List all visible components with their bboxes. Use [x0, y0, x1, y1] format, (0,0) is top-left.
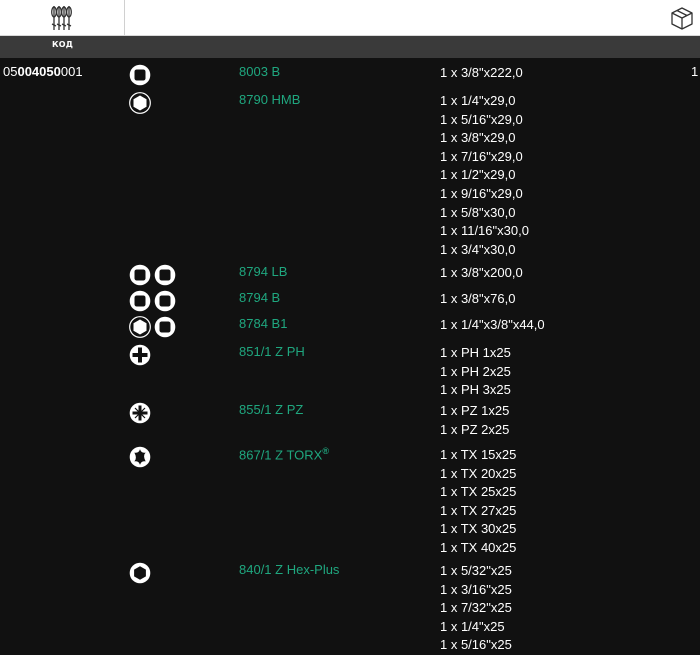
- item-sizes: 1 x 3/8"x222,0: [440, 64, 523, 83]
- item-size: 1 x TX 15x25: [440, 447, 517, 462]
- item-size: 1 x 1/4"x29,0: [440, 93, 516, 108]
- model-link[interactable]: 8794 B: [239, 290, 280, 305]
- item-size: 1 x PH 1x25: [440, 345, 511, 360]
- drive-type-icons: [129, 290, 176, 312]
- model-link[interactable]: 8003 B: [239, 64, 280, 79]
- item-size: 1 x TX 30x25: [440, 521, 517, 537]
- item-size: 1 x TX 20x25: [440, 465, 517, 481]
- drive-type-icons: [129, 92, 151, 114]
- item-sizes: 1 x 3/8"x200,0: [440, 264, 523, 283]
- item-size: 1 x 5/8"x30,0: [440, 204, 516, 220]
- model-link[interactable]: 855/1 Z PZ: [239, 402, 303, 417]
- drive-type-icons: [129, 344, 151, 366]
- square-drive-icon: [129, 290, 151, 312]
- item-sizes: 1 x PZ 1x25 1 x PZ 2x25: [440, 402, 509, 439]
- item-size: 1 x 1/2"x29,0: [440, 167, 516, 183]
- item-sizes: 1 x 3/8"x76,0: [440, 290, 515, 309]
- model-name: 8794 LB: [239, 264, 288, 279]
- item-size: 1 x PZ 1x25: [440, 403, 510, 418]
- model-name: 851/1 Z PH: [239, 344, 305, 359]
- item-size: 1 x 3/8"x29,0: [440, 130, 516, 146]
- model-name: 840/1 Z Hex-Plus: [239, 562, 340, 577]
- model-link[interactable]: 8784 B1: [239, 316, 287, 331]
- item-sizes: 1 x TX 15x25 1 x TX 20x25 1 x TX 25x25 1 x …: [440, 446, 516, 558]
- square-drive-icon: [154, 264, 176, 286]
- hex-socket-icon: [129, 316, 151, 338]
- model-name: 8790 HMB: [239, 92, 301, 107]
- item-size: 1 x 1/4"x3/8"x44,0: [440, 317, 545, 332]
- model-name: 867/1 Z TORX: [239, 447, 323, 463]
- item-size: 1 x 11/16"x30,0: [440, 223, 529, 239]
- item-size: 1 x 3/4"x30,0: [440, 241, 516, 257]
- square-drive-icon: [154, 316, 176, 338]
- model-link[interactable]: 851/1 Z PH: [239, 344, 305, 359]
- model-link[interactable]: 8790 HMB: [239, 92, 300, 107]
- header-bar: [0, 0, 700, 36]
- hex-socket-icon: [129, 92, 151, 114]
- item-size: 1 x 5/32"x25: [440, 563, 512, 578]
- item-size: 1 x TX 40x25: [440, 539, 517, 555]
- model-link[interactable]: 840/1 Z Hex-Plus: [239, 562, 339, 577]
- item-sizes: 1 x PH 1x25 1 x PH 2x25 1 x PH 3x25: [440, 344, 511, 400]
- item-size: 1 x 9/16"x29,0: [440, 185, 523, 201]
- item-size: 1 x 7/32"x25: [440, 600, 512, 616]
- drive-type-icons: [129, 562, 151, 584]
- quantity-value: 1: [691, 64, 699, 79]
- package-box-icon[interactable]: [669, 5, 695, 31]
- drive-type-icons: [129, 264, 176, 286]
- torx-icon: [129, 446, 151, 468]
- header-divider: [124, 0, 125, 35]
- item-size: 1 x 3/8"x222,0: [440, 65, 523, 80]
- drive-type-icons: [129, 402, 151, 424]
- item-size: 1 x 3/8"x200,0: [440, 265, 523, 280]
- model-name: 8784 B1: [239, 316, 288, 331]
- phillips-icon: [129, 344, 151, 366]
- item-sizes: 1 x 1/4"x29,0 1 x 5/16"x29,0 1 x 3/8"x29,0…: [440, 92, 529, 259]
- item-size: 1 x TX 27x25: [440, 502, 517, 518]
- item-size: 1 x PH 3x25: [440, 382, 511, 398]
- item-sizes: 1 x 5/32"x25 1 x 3/16"x25 1 x 7/32"x25 1 x …: [440, 562, 512, 655]
- item-size: 1 x PZ 2x25: [440, 421, 510, 437]
- square-drive-icon: [129, 64, 151, 86]
- item-size: 1 x PH 2x25: [440, 363, 511, 379]
- drive-type-icons: [129, 316, 176, 338]
- code-column-label: КОД: [52, 40, 74, 49]
- model-link[interactable]: 8794 LB: [239, 264, 287, 279]
- part-number-core: 004050: [17, 64, 61, 79]
- model-name: 8003 B: [239, 64, 281, 79]
- item-sizes: 1 x 1/4"x3/8"x44,0: [440, 316, 545, 335]
- hex-plus-icon: [129, 562, 151, 584]
- item-size: 1 x 7/16"x29,0: [440, 148, 523, 164]
- item-size: 1 x TX 25x25: [440, 484, 517, 500]
- model-link[interactable]: 867/1 Z TORX®: [239, 446, 329, 462]
- square-drive-icon: [154, 290, 176, 312]
- registered-mark: ®: [322, 446, 329, 456]
- part-number-suffix: 001: [60, 64, 83, 79]
- part-number-prefix: 05: [3, 64, 18, 79]
- square-drive-icon: [129, 264, 151, 286]
- model-name: 8794 B: [239, 290, 281, 305]
- screwdriver-set-icon[interactable]: [50, 4, 72, 32]
- pozidriv-icon: [129, 402, 151, 424]
- model-name: 855/1 Z PZ: [239, 402, 304, 417]
- item-size: 1 x 5/16"x29,0: [440, 111, 523, 127]
- drive-type-icons: [129, 64, 151, 86]
- item-size: 1 x 5/16"x25: [440, 637, 512, 653]
- item-size: 1 x 3/8"x76,0: [440, 291, 516, 306]
- column-label-bar: КОД: [0, 36, 700, 58]
- drive-type-icons: [129, 446, 151, 468]
- item-size: 1 x 3/16"x25: [440, 581, 512, 597]
- part-number: 05004050001: [3, 64, 83, 79]
- item-size: 1 x 1/4"x25: [440, 618, 505, 634]
